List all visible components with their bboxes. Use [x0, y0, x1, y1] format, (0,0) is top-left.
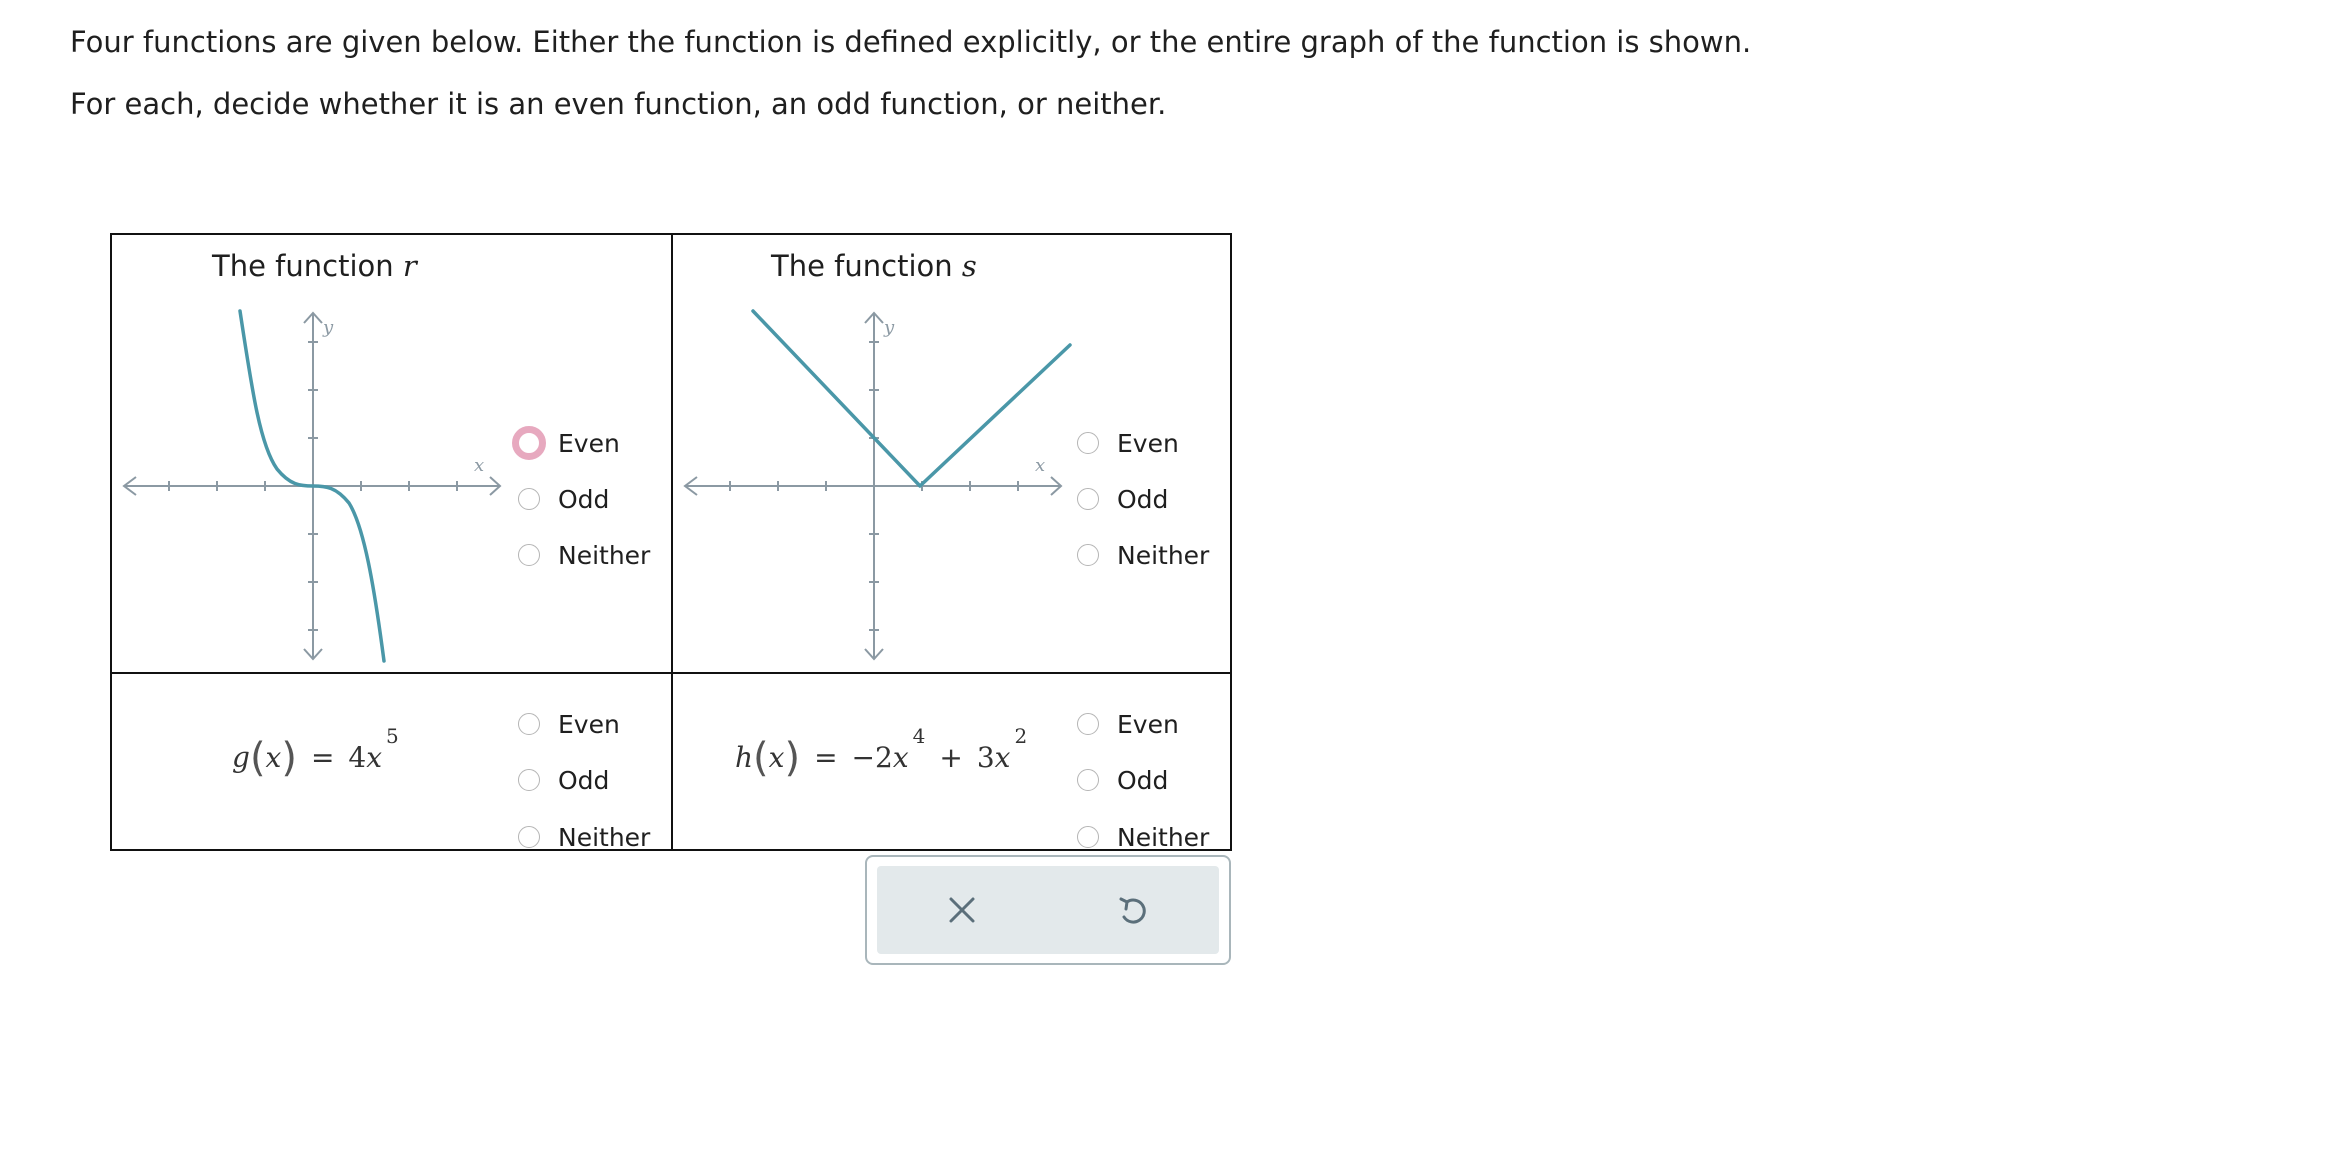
option-r-odd-label: Odd	[558, 484, 610, 514]
option-s-neither-label: Neither	[1117, 540, 1210, 570]
formula-g-coef: 4	[348, 741, 367, 774]
formula-g-var: x	[366, 741, 383, 774]
formula-h-t2-var: x	[994, 741, 1011, 774]
option-h-even[interactable]: Even	[1073, 709, 1179, 739]
graph-r-x-label: x	[474, 455, 484, 476]
function-grid: The function r x y Even Odd Neither The …	[110, 233, 1232, 851]
option-s-odd-label: Odd	[1117, 484, 1169, 514]
formula-h-t2-exp: 2	[1014, 724, 1028, 748]
radio-r-neither[interactable]	[518, 544, 540, 566]
option-s-even[interactable]: Even	[1073, 428, 1179, 458]
option-s-odd[interactable]: Odd	[1073, 484, 1168, 514]
graph-s-y-label: y	[883, 317, 895, 338]
radio-g-even[interactable]	[518, 713, 540, 735]
action-panel	[865, 855, 1231, 965]
undo-icon	[1119, 897, 1146, 924]
option-s-neither[interactable]: Neither	[1073, 540, 1209, 570]
option-r-neither-label: Neither	[558, 540, 651, 570]
option-g-neither-label: Neither	[558, 822, 651, 852]
formula-h-t1-var: x	[892, 741, 909, 774]
radio-h-neither[interactable]	[1077, 826, 1099, 848]
radio-g-odd[interactable]	[518, 769, 540, 791]
option-h-odd-label: Odd	[1117, 765, 1169, 795]
radio-r-odd[interactable]	[518, 488, 540, 510]
option-h-odd[interactable]: Odd	[1073, 765, 1168, 795]
formula-h-t1-exp: 4	[912, 724, 926, 748]
formula-h-arg: x	[768, 741, 785, 774]
formula-h-name: h	[735, 741, 754, 774]
graph-s-x-label: x	[1035, 455, 1045, 476]
option-r-neither[interactable]: Neither	[514, 540, 650, 570]
option-g-odd-label: Odd	[558, 765, 610, 795]
radio-g-neither[interactable]	[518, 826, 540, 848]
formula-h-op: +	[939, 741, 963, 774]
option-h-neither[interactable]: Neither	[1073, 822, 1209, 852]
grid-divider-horizontal	[112, 672, 1230, 674]
instruction-line-2: For each, decide whether it is an even f…	[70, 87, 1167, 121]
clear-button[interactable]	[932, 880, 992, 940]
option-g-even[interactable]: Even	[514, 709, 620, 739]
option-r-even-label: Even	[558, 428, 620, 458]
radio-h-even[interactable]	[1077, 713, 1099, 735]
undo-button[interactable]	[1103, 880, 1163, 940]
formula-h-t1-coef: −2	[851, 741, 893, 774]
option-r-even[interactable]: Even	[512, 426, 620, 460]
formula-g-name: g	[232, 741, 250, 774]
formula-g-exp: 5	[386, 724, 399, 748]
formula-g-arg: x	[265, 741, 282, 774]
formula-h: h(x) = −2x4+ 3x2	[735, 724, 1028, 781]
option-g-even-label: Even	[558, 709, 620, 739]
option-g-odd[interactable]: Odd	[514, 765, 609, 795]
radio-s-neither[interactable]	[1077, 544, 1099, 566]
option-h-even-label: Even	[1117, 709, 1179, 739]
radio-r-even[interactable]	[512, 426, 546, 460]
formula-h-t2-coef: 3	[976, 741, 995, 774]
graph-r-y-label: y	[322, 317, 334, 338]
formula-g: g(x) = 4x5	[232, 724, 399, 781]
option-s-even-label: Even	[1117, 428, 1179, 458]
option-h-neither-label: Neither	[1117, 822, 1210, 852]
option-r-odd[interactable]: Odd	[514, 484, 609, 514]
radio-s-odd[interactable]	[1077, 488, 1099, 510]
instruction-line-1: Four functions are given below. Either t…	[70, 25, 1752, 59]
action-bar	[877, 866, 1219, 954]
x-icon	[949, 897, 975, 923]
option-g-neither[interactable]: Neither	[514, 822, 650, 852]
radio-h-odd[interactable]	[1077, 769, 1099, 791]
radio-s-even[interactable]	[1077, 432, 1099, 454]
formula-g-eq: =	[310, 741, 335, 774]
formula-h-eq: =	[814, 741, 838, 774]
